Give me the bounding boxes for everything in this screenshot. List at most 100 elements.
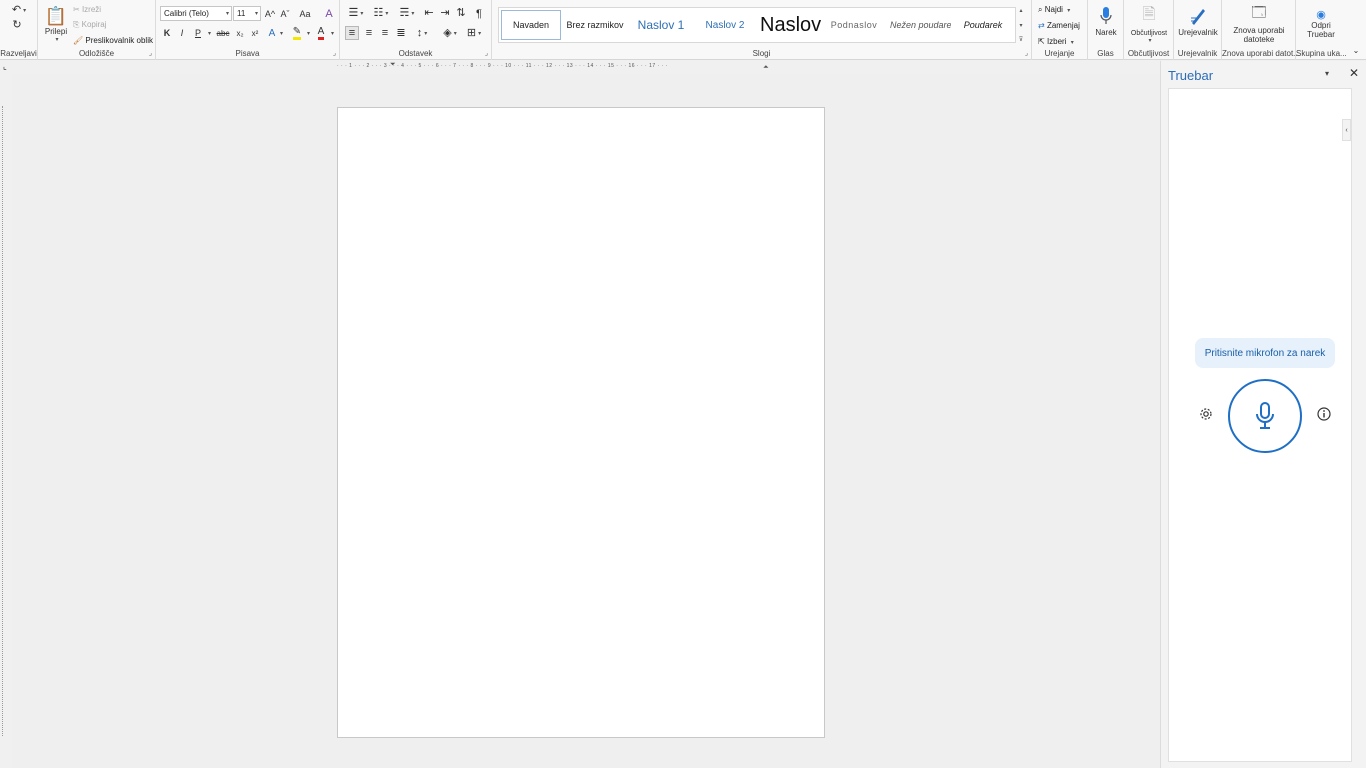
shrink-font-button[interactable]: Aˇ (279, 7, 291, 20)
editor-group-label: Urejevalnik (1177, 49, 1218, 58)
text-effects-button[interactable]: A (266, 27, 278, 39)
font-dialog-launcher[interactable]: ⌟ (333, 49, 336, 57)
paste-button[interactable]: 📋 Prilepi ▾ (42, 3, 70, 45)
format-painter-button[interactable]: 🖌 Preslikovalnik oblik (73, 36, 153, 45)
document-page[interactable] (337, 107, 825, 738)
underline-caret-icon[interactable]: ▾ (208, 30, 211, 37)
grow-font-button[interactable]: A^ (264, 7, 276, 20)
dictate-button[interactable]: Narek (1090, 3, 1122, 39)
style-heading-1[interactable]: Naslov 1 (629, 10, 693, 40)
horizontal-ruler: ⌞ · · · 1 · · · 2 · · · 3 · · · 4 · · · … (0, 61, 1160, 73)
highlight-button[interactable]: ✎ (290, 26, 304, 40)
style-normal[interactable]: Navaden (501, 10, 561, 40)
bold-button[interactable]: K (161, 27, 173, 39)
pane-options-icon[interactable]: ▾ (1325, 69, 1329, 78)
close-icon[interactable]: ✕ (1349, 66, 1359, 80)
ribbon-collapse-button[interactable]: ⌄ (1350, 44, 1362, 56)
justify-button[interactable]: ≣ (394, 26, 408, 40)
strikethrough-button[interactable]: abc (216, 27, 230, 39)
align-left-icon: ≡ (348, 26, 356, 39)
redo-button[interactable]: ↻ (8, 18, 26, 32)
justify-icon: ≣ (396, 26, 406, 39)
align-center-button[interactable]: ≡ (362, 26, 376, 40)
show-marks-button[interactable]: ¶ (472, 7, 486, 20)
editor-pen-icon (1191, 8, 1205, 25)
reuse-files-group-label: Znova uporabi datot... (1222, 49, 1300, 58)
sensitivity-button[interactable]: 🗎 Občutljivost ▾ (1126, 3, 1172, 44)
editor-group: Urejevalnik Urejevalnik (1174, 0, 1222, 60)
copy-button[interactable]: ⎘ Kopiraj (73, 20, 107, 30)
open-truebar-button[interactable]: ◉ Odpri Truebar (1298, 3, 1344, 43)
cursor-icon: ⇱ (1038, 37, 1045, 46)
dictation-hint: Pritisnite mikrofon za narek (1195, 338, 1335, 368)
styles-dialog-launcher[interactable]: ⌟ (1025, 49, 1028, 57)
styles-gallery: Navaden Brez razmikov Naslov 1 Naslov 2 … (498, 7, 1016, 43)
font-color-button[interactable]: A (314, 26, 328, 40)
truebar-group: ◉ Odpri Truebar Skupina uka... (1296, 0, 1347, 60)
microphone-icon (1100, 6, 1112, 24)
sensitivity-group: 🗎 Občutljivost ▾ Občutljivost (1124, 0, 1174, 60)
info-button[interactable] (1315, 405, 1333, 423)
sort-button[interactable]: ⇅ (454, 7, 468, 20)
replace-button[interactable]: ⇄ Zamenjaj (1038, 21, 1080, 30)
undo-button[interactable]: ↶ ▾ (8, 3, 30, 17)
find-button[interactable]: ⌕ Najdi ▾ (1038, 5, 1070, 15)
editor-button[interactable]: Urejevalnik (1176, 3, 1220, 39)
select-button[interactable]: ⇱ Izberi ▾ (1038, 37, 1074, 46)
style-no-spacing[interactable]: Brez razmikov (563, 10, 627, 40)
underline-button[interactable]: P (192, 27, 204, 39)
font-name-combo[interactable]: Calibri (Telo) ▾ (160, 6, 232, 21)
style-emphasis[interactable]: Poudarek (953, 10, 1013, 40)
highlight-caret-icon[interactable]: ▾ (307, 30, 310, 37)
decrease-indent-icon: ⇤ (424, 7, 434, 19)
increase-indent-button[interactable]: ⇥ (438, 7, 452, 20)
change-case-button[interactable]: Aa (296, 7, 314, 20)
ribbon: ↶ ▾ ↻ Razveljavi 📋 Prilepi ▾ ✂ Izreži ⎘ K… (0, 0, 1366, 60)
right-indent-marker[interactable]: ⏶ (763, 64, 769, 72)
multilevel-list-button[interactable]: ☴ ▾ (396, 7, 418, 20)
truebar-group-label: Skupina uka... (1296, 49, 1347, 58)
font-size-combo[interactable]: 11 ▾ (233, 6, 261, 21)
settings-button[interactable] (1197, 405, 1215, 423)
style-subtle-emphasis[interactable]: Nežen poudarek (887, 10, 951, 40)
clear-formatting-button[interactable]: A (322, 7, 336, 20)
microphone-button[interactable] (1228, 379, 1302, 453)
undo-group-label: Razveljavi (0, 49, 37, 58)
shading-button[interactable]: ◈ ▾ (440, 26, 460, 40)
style-title[interactable]: Naslov (757, 10, 821, 40)
line-spacing-button[interactable]: ↕ ▾ (412, 26, 432, 40)
truebar-icon: ◉ (1316, 8, 1326, 21)
vertical-ruler-marks (2, 106, 10, 736)
truebar-pane: Truebar ▾ ✕ ‹ Pritisnite mikrofon za nar… (1160, 61, 1366, 768)
gear-icon (1200, 408, 1212, 420)
clipboard-dialog-launcher[interactable]: ⌟ (149, 49, 152, 57)
bullets-button[interactable]: ☰ ▾ (345, 7, 367, 20)
reuse-files-group: 🗔 Znova uporabi datoteke Znova uporabi d… (1222, 0, 1300, 60)
tab-selector-icon[interactable]: ⌞ (3, 62, 7, 71)
superscript-button[interactable]: x² (249, 27, 261, 39)
style-heading-2[interactable]: Naslov 2 (695, 10, 755, 40)
reuse-files-button[interactable]: 🗔 Znova uporabi datoteke (1226, 3, 1292, 44)
text-effects-caret-icon[interactable]: ▾ (280, 30, 283, 37)
align-right-button[interactable]: ≡ (378, 26, 392, 40)
styles-gallery-scroll[interactable]: ▴ ▾ ⊽ (1016, 7, 1026, 43)
reuse-files-icon: 🗔 (1251, 4, 1267, 20)
collapse-chevron-icon[interactable]: ‹ (1342, 119, 1351, 141)
gallery-more-icon[interactable]: ⊽ (1019, 36, 1023, 43)
font-color-caret-icon[interactable]: ▾ (331, 30, 334, 37)
document-area[interactable] (12, 74, 1160, 768)
first-line-indent-marker[interactable]: ⏷ (390, 61, 396, 69)
chevron-up-icon[interactable]: ▴ (1019, 7, 1022, 14)
align-left-button[interactable]: ≡ (345, 26, 359, 40)
decrease-indent-button[interactable]: ⇤ (422, 7, 436, 20)
style-subtitle[interactable]: Podnaslov (823, 10, 885, 40)
cut-button[interactable]: ✂ Izreži (73, 5, 101, 14)
subscript-button[interactable]: x₂ (234, 27, 246, 39)
increase-indent-icon: ⇥ (440, 7, 450, 19)
numbering-button[interactable]: ☷ ▾ (370, 7, 392, 20)
italic-button[interactable]: I (176, 27, 188, 39)
chevron-down-icon: ⌄ (1352, 45, 1360, 55)
borders-button[interactable]: ⊞ ▾ (464, 26, 484, 40)
paragraph-dialog-launcher[interactable]: ⌟ (485, 49, 488, 57)
chevron-down-icon[interactable]: ▾ (1019, 22, 1022, 29)
